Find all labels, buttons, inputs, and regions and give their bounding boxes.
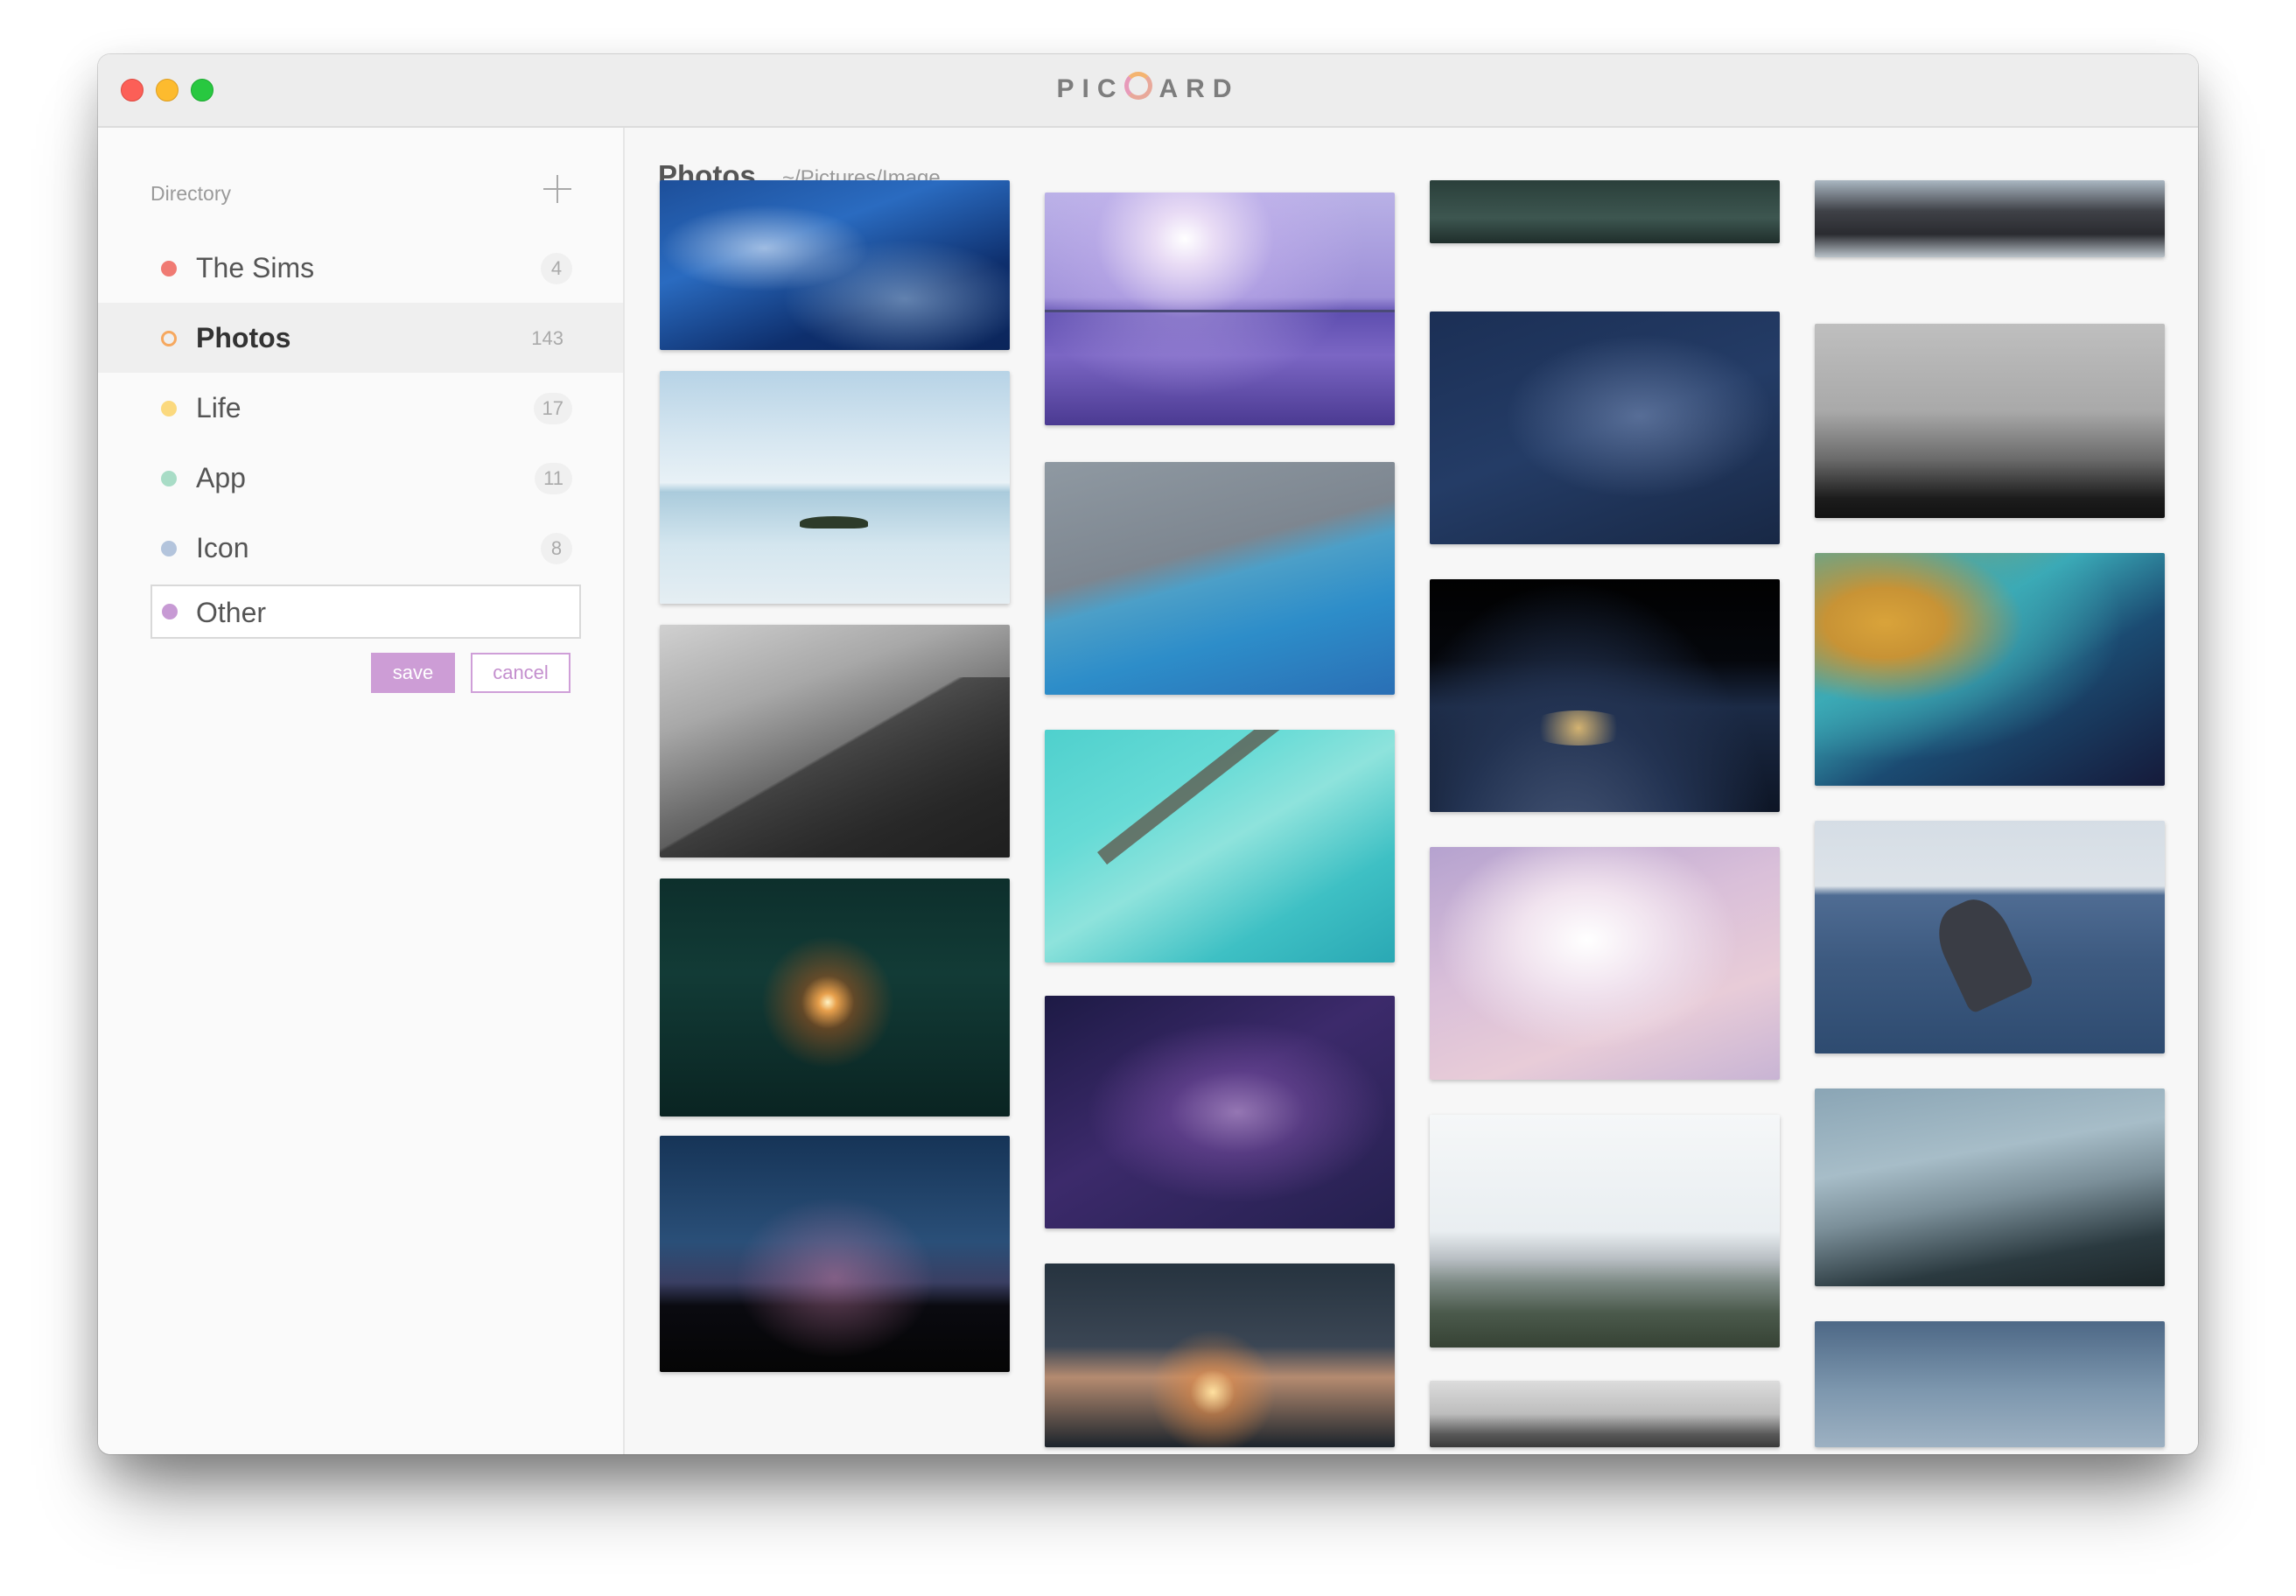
- directory-item-label: Icon: [196, 532, 249, 564]
- app-window: PIC ARD Directory The Sims 4 Photos 143 L…: [98, 54, 2198, 1454]
- purple-dot-icon: [162, 604, 178, 620]
- directory-heading: Directory: [150, 182, 232, 205]
- directory-item-label: Photos: [196, 322, 291, 354]
- new-directory-name-input[interactable]: [196, 595, 546, 630]
- photo-thumbnail-sea-from-above[interactable]: [1430, 180, 1780, 243]
- directory-item-the-sims[interactable]: The Sims 4: [98, 233, 623, 303]
- photo-thumbnail-pink-clouds[interactable]: [1430, 847, 1780, 1080]
- photo-thumbnail-foggy-forest[interactable]: [1815, 324, 2165, 518]
- save-button[interactable]: save: [371, 653, 455, 693]
- orange-ring-icon: [161, 331, 177, 346]
- photo-thumbnail-milky-way[interactable]: [1430, 312, 1780, 544]
- photo-thumbnail-purple-sunset[interactable]: [1045, 192, 1395, 425]
- photo-thumbnail-satellite-coast[interactable]: [1815, 553, 2165, 786]
- directory-item-icon[interactable]: Icon 8: [98, 513, 623, 583]
- directory-item-label: App: [196, 462, 246, 494]
- photo-thumbnail-sparklers-dusk[interactable]: [1045, 1264, 1395, 1447]
- directory-item-photos[interactable]: Photos 143: [98, 303, 623, 373]
- directory-item-app[interactable]: App 11: [98, 443, 623, 513]
- directory-item-label: Life: [196, 392, 242, 424]
- photo-thumbnail-starry-sky-mountains[interactable]: [660, 1136, 1010, 1372]
- photo-thumbnail-whale-breaching[interactable]: [1815, 821, 2165, 1054]
- photo-thumbnail-misty-pine-forest[interactable]: [1815, 1088, 2165, 1286]
- photo-thumbnail-misty-mountain[interactable]: [660, 625, 1010, 858]
- photo-thumbnail-turquoise-reef[interactable]: [1045, 730, 1395, 962]
- app-title-prefix: PIC: [1056, 74, 1124, 103]
- app-title-suffix: ARD: [1158, 74, 1240, 103]
- photo-thumbnail-island-calm-sea[interactable]: [660, 371, 1010, 604]
- blue-dot-icon: [161, 541, 177, 556]
- photo-thumbnail-misty-blue-sky[interactable]: [1815, 1321, 2165, 1447]
- red-dot-icon: [161, 261, 177, 276]
- directory-item-count: 4: [541, 253, 572, 284]
- directory-item-count: 8: [541, 533, 572, 564]
- new-directory-field: [150, 584, 581, 639]
- photo-thumbnail-purple-galaxy[interactable]: [1045, 996, 1395, 1228]
- app-title: PIC ARD: [98, 72, 2198, 104]
- title-bar: PIC ARD: [98, 54, 2198, 128]
- photo-thumbnail-ocean-waves[interactable]: [660, 180, 1010, 350]
- photo-thumbnail-rocky-shoreline[interactable]: [1815, 180, 2165, 257]
- photo-thumbnail-sparkler-hands[interactable]: [660, 878, 1010, 1116]
- photo-thumbnail-earth-at-night[interactable]: [1430, 579, 1780, 812]
- yellow-dot-icon: [161, 401, 177, 416]
- directory-item-count: 11: [535, 463, 572, 494]
- sidebar: Directory The Sims 4 Photos 143 Life 17 …: [98, 128, 625, 1454]
- add-directory-button[interactable]: [540, 172, 575, 206]
- directory-item-count: 143: [531, 327, 564, 349]
- photo-browser: Photos ~/Pictures/Image: [625, 128, 2198, 1454]
- green-dot-icon: [161, 471, 177, 486]
- logo-ring-icon: [1124, 72, 1152, 100]
- directory-item-count: 17: [533, 393, 572, 424]
- cancel-button[interactable]: cancel: [471, 653, 570, 693]
- photo-thumbnail-aerial-coastline[interactable]: [1045, 462, 1395, 695]
- directory-item-label: The Sims: [196, 252, 315, 284]
- photo-thumbnail-white-ceiling[interactable]: [1430, 1381, 1780, 1447]
- directory-item-life[interactable]: Life 17: [98, 373, 623, 443]
- photo-thumbnail-snowy-mountains[interactable]: [1430, 1115, 1780, 1348]
